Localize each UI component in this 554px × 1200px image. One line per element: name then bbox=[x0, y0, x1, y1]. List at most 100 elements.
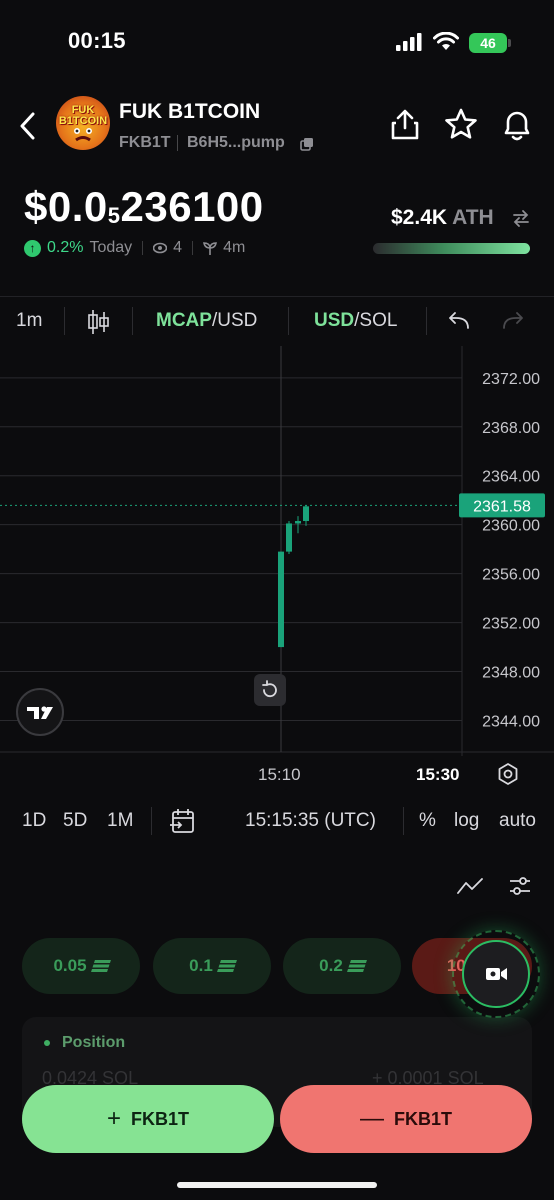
mcap-usd-toggle[interactable]: MCAP/USD bbox=[156, 310, 257, 332]
video-camera-icon bbox=[486, 968, 507, 980]
amount-label: 0.05 bbox=[53, 956, 87, 975]
redo-icon[interactable] bbox=[502, 312, 524, 330]
amount-button-0-2[interactable]: 0.2 bbox=[283, 938, 401, 994]
chart-grid bbox=[0, 377, 462, 722]
auto-scale-toggle[interactable]: auto bbox=[499, 810, 536, 832]
range-1d[interactable]: 1D bbox=[22, 810, 46, 832]
divider bbox=[403, 807, 404, 835]
wifi-icon bbox=[433, 32, 459, 50]
price-zero-count: 5 bbox=[107, 203, 121, 228]
copy-icon[interactable] bbox=[300, 137, 314, 151]
ath-display[interactable]: $2.4K ATH bbox=[391, 206, 494, 230]
range-5d[interactable]: 5D bbox=[63, 810, 87, 832]
price-prefix: $0.0 bbox=[24, 183, 108, 230]
minus-icon: — bbox=[360, 1105, 384, 1132]
x-tick-label: 15:10 bbox=[258, 765, 301, 784]
signal-icon bbox=[396, 33, 422, 51]
solana-icon bbox=[216, 960, 237, 972]
divider bbox=[426, 307, 427, 335]
divider bbox=[151, 807, 152, 835]
eye-icon bbox=[153, 242, 168, 254]
back-icon[interactable] bbox=[18, 111, 38, 141]
ath-progress-bar bbox=[373, 243, 530, 254]
chart-settings-icon[interactable] bbox=[496, 762, 520, 786]
battery-indicator: 46 bbox=[469, 33, 507, 53]
divider bbox=[142, 241, 144, 255]
token-avatar: FUK B1TCOIN bbox=[56, 96, 110, 150]
y-tick-label: 2368.00 bbox=[482, 420, 540, 437]
candles bbox=[278, 505, 309, 648]
undo-icon[interactable] bbox=[448, 312, 470, 330]
x-tick-label: 15:30 bbox=[416, 765, 460, 784]
percent-scale-toggle[interactable]: % bbox=[419, 810, 436, 832]
y-tick-label: 2360.00 bbox=[482, 518, 540, 535]
candle-body bbox=[278, 551, 284, 648]
token-address[interactable]: B6H5...pump bbox=[187, 134, 285, 152]
ticker-divider bbox=[177, 135, 178, 151]
usd-active-label: USD bbox=[314, 310, 355, 331]
token-name: FUK B1TCOIN bbox=[119, 100, 261, 123]
divider bbox=[64, 307, 65, 335]
buy-label: FKB1T bbox=[131, 1108, 189, 1129]
position-label: Position bbox=[62, 1034, 126, 1051]
sell-button[interactable]: — FKB1T bbox=[280, 1085, 532, 1153]
price-digits: 236100 bbox=[120, 183, 264, 230]
y-tick-label: 2344.00 bbox=[482, 714, 540, 731]
amount-button-0-05[interactable]: 0.05 bbox=[22, 938, 140, 994]
range-1m[interactable]: 1M bbox=[107, 810, 133, 832]
candle-body bbox=[286, 523, 292, 552]
candle-body bbox=[303, 506, 309, 522]
position-dot bbox=[44, 1040, 50, 1046]
tradingview-icon bbox=[27, 706, 53, 719]
amount-label: 0.1 bbox=[189, 956, 213, 975]
buy-button[interactable]: + FKB1T bbox=[22, 1085, 274, 1153]
status-time: 00:15 bbox=[68, 28, 126, 53]
reset-chart-button[interactable] bbox=[254, 674, 286, 706]
y-tick-label: 2352.00 bbox=[482, 616, 540, 633]
divider bbox=[192, 241, 194, 255]
chart-toolbar: 1m MCAP/USD USD/SOL bbox=[0, 296, 554, 346]
solana-icon bbox=[90, 960, 111, 972]
tradingview-logo[interactable] bbox=[16, 688, 64, 736]
battery-cap bbox=[508, 39, 511, 47]
candlestick-icon[interactable] bbox=[86, 309, 110, 335]
usd-sol-toggle[interactable]: USD/SOL bbox=[314, 310, 397, 332]
bell-icon[interactable] bbox=[500, 108, 534, 142]
ath-label: ATH bbox=[452, 206, 494, 229]
log-scale-toggle[interactable]: log bbox=[454, 810, 479, 832]
price-change-percent: 0.2% bbox=[47, 239, 84, 256]
candle-body bbox=[295, 521, 301, 524]
camera-button[interactable] bbox=[462, 940, 530, 1008]
mcap-label: MCAP bbox=[156, 310, 212, 331]
divider bbox=[132, 307, 133, 335]
amount-label: 0.2 bbox=[319, 956, 343, 975]
reset-icon bbox=[262, 680, 277, 698]
usd-label: /USD bbox=[211, 310, 258, 331]
y-tick-label: 2348.00 bbox=[482, 665, 540, 682]
ath-value: $2.4K bbox=[391, 206, 448, 229]
y-tick-label: 2364.00 bbox=[482, 469, 540, 486]
current-price-tag: 2361.58 bbox=[459, 493, 545, 518]
share-icon[interactable] bbox=[390, 108, 420, 140]
sprout-icon bbox=[203, 242, 218, 255]
token-ticker: FKB1T bbox=[119, 134, 171, 151]
star-icon[interactable] bbox=[444, 108, 478, 140]
calendar-goto-icon[interactable] bbox=[169, 807, 197, 835]
sell-label: FKB1T bbox=[394, 1108, 452, 1129]
utc-clock[interactable]: 15:15:35 (UTC) bbox=[245, 810, 376, 832]
current-price-label: 2361.58 bbox=[473, 498, 531, 515]
plus-icon: + bbox=[106, 1105, 121, 1132]
solana-icon bbox=[346, 960, 367, 972]
price-display: $0.05236100 bbox=[24, 183, 264, 231]
home-indicator[interactable] bbox=[177, 1182, 377, 1188]
y-axis-ticks: 2372.00 2368.00 2364.00 2360.00 2356.00 2352.… bbox=[482, 371, 540, 731]
interval-selector[interactable]: 1m bbox=[16, 310, 42, 332]
divider bbox=[288, 307, 289, 335]
indicators-icon[interactable] bbox=[456, 876, 484, 896]
swap-arrows-icon[interactable] bbox=[512, 209, 530, 227]
sliders-icon[interactable] bbox=[508, 874, 532, 898]
amount-button-0-1[interactable]: 0.1 bbox=[153, 938, 271, 994]
price-change-row: ↑ 0.2% Today 4 4m bbox=[24, 239, 245, 257]
sol-label: /SOL bbox=[354, 310, 398, 331]
token-age: 4m bbox=[223, 239, 246, 256]
